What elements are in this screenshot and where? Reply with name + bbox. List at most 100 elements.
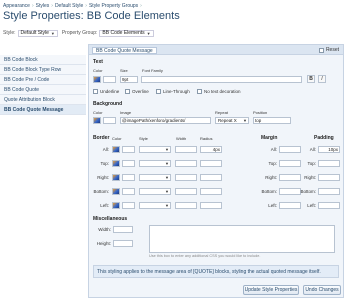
property-panel: BB Code Quote Message Reset Text Color S… (88, 44, 344, 298)
border-all-radius-input[interactable]: 4px (200, 146, 222, 153)
breadcrumb: Appearance › Styles › Default Style › Style… (3, 2, 144, 9)
border-radius-label: Radius (200, 136, 213, 141)
text-color-label: Color (93, 68, 103, 73)
border-top-color-swatch[interactable] (112, 160, 120, 167)
border-left-color-swatch[interactable] (112, 202, 120, 209)
margin-row-label: Right: (265, 175, 277, 180)
border-top-width-input[interactable] (175, 160, 197, 167)
border-right-width-input[interactable] (175, 174, 197, 181)
breadcrumb-link[interactable]: Appearance (3, 3, 30, 9)
update-style-properties-button[interactable]: Update Style Properties (243, 285, 299, 295)
border-left-radius-input[interactable] (200, 202, 222, 209)
background-image-label: Image (120, 110, 132, 115)
sidebar-item-bb-code-block[interactable]: BB Code Block (0, 55, 86, 65)
border-top-style-select[interactable]: ▼ (139, 160, 171, 167)
text-size-input[interactable]: 9pt (120, 76, 138, 83)
checkbox-icon[interactable] (318, 47, 324, 53)
misc-width-input[interactable] (113, 226, 133, 233)
sidebar-item-bb-code-quote-message[interactable]: BB Code Quote Message (0, 105, 86, 115)
border-all-style-select[interactable]: ▼ (139, 146, 171, 153)
overline-checkbox[interactable]: Overline (125, 89, 149, 94)
form-actions: Update Style Properties Undo Changes (88, 285, 344, 297)
border-all-width-input[interactable] (175, 146, 197, 153)
border-right-color-input[interactable] (122, 174, 135, 181)
border-top-color-input[interactable] (122, 160, 135, 167)
background-color-label: Color (93, 110, 103, 115)
border-bottom-color-input[interactable] (122, 188, 135, 195)
undo-changes-button[interactable]: Undo Changes (303, 285, 341, 295)
underline-checkbox[interactable]: Underline (93, 89, 119, 94)
border-left-color-input[interactable] (122, 202, 135, 209)
breadcrumb-link[interactable]: Styles (36, 3, 50, 9)
padding-right-input[interactable] (318, 174, 340, 181)
panel-header: BB Code Quote Message Reset (89, 45, 343, 55)
background-repeat-select[interactable]: Repeat X ▼ (215, 117, 249, 124)
margin-row-label: Top: (268, 161, 277, 166)
chevron-down-icon: ▼ (146, 30, 151, 36)
padding-left-input[interactable] (318, 202, 340, 209)
background-repeat-label: Repeat (215, 110, 228, 115)
border-bottom-radius-input[interactable] (200, 188, 222, 195)
border-right-color-swatch[interactable] (112, 174, 120, 181)
italic-button[interactable]: I (318, 75, 326, 83)
style-select-label: Style: (3, 30, 16, 36)
sidebar-item-bb-code-block-type-row[interactable]: BB Code Block Type Row (0, 65, 86, 75)
font-family-label: Font Family (142, 68, 163, 73)
no-decoration-label: No text decoration (204, 89, 241, 94)
sidebar-item-bb-code-quote[interactable]: BB Code Quote (0, 85, 86, 95)
extra-css-textarea[interactable] (149, 225, 335, 253)
bold-button[interactable]: B (307, 75, 315, 83)
background-position-input[interactable]: top (253, 117, 291, 124)
border-bottom-width-input[interactable] (175, 188, 197, 195)
padding-bottom-input[interactable] (318, 188, 340, 195)
chevron-down-icon: ▼ (165, 189, 169, 194)
chevron-down-icon: ▼ (243, 118, 247, 123)
border-style-label: Style (139, 136, 148, 141)
checkbox-icon[interactable] (197, 89, 202, 94)
padding-row-label: Top: (307, 161, 316, 166)
line-through-checkbox[interactable]: Line-Through (156, 89, 190, 94)
border-all-color-input[interactable] (122, 146, 135, 153)
border-top-radius-input[interactable] (200, 160, 222, 167)
border-right-radius-input[interactable] (200, 174, 222, 181)
background-color-input[interactable] (103, 117, 116, 124)
sidebar-item-bb-code-pre-code[interactable]: BB Code Pre / Code (0, 75, 86, 85)
misc-height-input[interactable] (113, 240, 133, 247)
border-all-color-swatch[interactable] (112, 146, 120, 153)
padding-top-input[interactable] (318, 160, 340, 167)
checkbox-icon[interactable] (156, 89, 161, 94)
style-select[interactable]: Default Style ▼ (17, 29, 58, 37)
font-family-input[interactable] (141, 76, 302, 83)
breadcrumb-separator: › (85, 2, 87, 9)
background-image-input[interactable]: @imagePath/xenforo/gradients/ (120, 117, 211, 124)
text-color-swatch[interactable] (93, 76, 101, 83)
line-through-label: Line-Through (163, 89, 190, 94)
reset-checkbox[interactable]: Reset (318, 47, 339, 53)
border-row-label: Bottom: (93, 189, 109, 194)
sidebar-item-quote-attribution-block[interactable]: Quote Attribution Block (0, 95, 86, 105)
property-group-select[interactable]: BB Code Elements ▼ (99, 29, 154, 37)
checkbox-icon[interactable] (125, 89, 130, 94)
checkbox-icon[interactable] (93, 89, 98, 94)
chevron-down-icon: ▼ (165, 161, 169, 166)
breadcrumb-separator: › (140, 2, 142, 9)
padding-row-label: All: (309, 147, 316, 152)
chevron-down-icon: ▼ (165, 175, 169, 180)
breadcrumb-separator: › (31, 2, 34, 9)
breadcrumb-link[interactable]: Default Style (55, 3, 83, 9)
padding-row-label: Bottom: (300, 189, 316, 194)
border-left-style-select[interactable]: ▼ (139, 202, 171, 209)
reset-label: Reset (325, 47, 339, 53)
background-color-swatch[interactable] (93, 117, 101, 124)
no-decoration-checkbox[interactable]: No text decoration (197, 89, 241, 94)
border-bottom-color-swatch[interactable] (112, 188, 120, 195)
border-right-style-select[interactable]: ▼ (139, 174, 171, 181)
text-color-input[interactable] (103, 76, 116, 83)
sidebar: BB Code Block BB Code Block Type Row BB … (0, 55, 86, 115)
border-bottom-style-select[interactable]: ▼ (139, 188, 171, 195)
padding-all-input[interactable]: 10px (318, 146, 340, 153)
breadcrumb-separator: › (51, 2, 53, 9)
text-size-label: Size (120, 68, 128, 73)
border-left-width-input[interactable] (175, 202, 197, 209)
breadcrumb-link[interactable]: Style Property Groups (89, 3, 138, 9)
